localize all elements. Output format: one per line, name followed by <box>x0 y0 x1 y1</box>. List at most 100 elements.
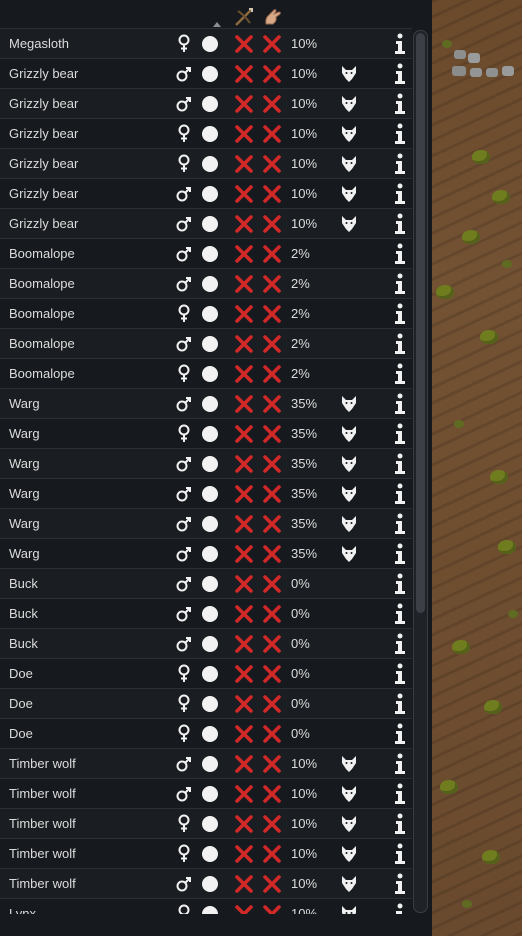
x-mark-icon[interactable] <box>262 694 282 714</box>
x-mark-icon[interactable] <box>234 484 254 504</box>
info-icon[interactable] <box>393 783 407 805</box>
animal-name[interactable]: Grizzly bear <box>9 66 78 81</box>
x-mark-icon[interactable] <box>234 184 254 204</box>
info-icon[interactable] <box>393 723 407 745</box>
info-icon[interactable] <box>393 843 407 865</box>
animal-name[interactable]: Grizzly bear <box>9 216 78 231</box>
info-icon[interactable] <box>393 393 407 415</box>
x-mark-icon[interactable] <box>234 844 254 864</box>
animal-row[interactable]: Grizzly bear 10% <box>0 178 412 208</box>
x-mark-icon[interactable] <box>262 664 282 684</box>
x-mark-icon[interactable] <box>262 214 282 234</box>
x-mark-icon[interactable] <box>262 754 282 774</box>
animal-name[interactable]: Timber wolf <box>9 876 76 891</box>
info-icon[interactable] <box>393 183 407 205</box>
x-mark-icon[interactable] <box>234 124 254 144</box>
x-mark-icon[interactable] <box>234 334 254 354</box>
x-mark-icon[interactable] <box>262 634 282 654</box>
animal-name[interactable]: Grizzly bear <box>9 126 78 141</box>
animal-name[interactable]: Warg <box>9 546 40 561</box>
x-mark-icon[interactable] <box>234 364 254 384</box>
animal-name[interactable]: Grizzly bear <box>9 96 78 111</box>
x-mark-icon[interactable] <box>262 364 282 384</box>
info-icon[interactable] <box>393 633 407 655</box>
info-icon[interactable] <box>393 33 407 55</box>
x-mark-icon[interactable] <box>234 604 254 624</box>
animal-row[interactable]: Timber wolf 10% <box>0 748 412 778</box>
info-icon[interactable] <box>393 753 407 775</box>
x-mark-icon[interactable] <box>234 664 254 684</box>
animal-name[interactable]: Buck <box>9 636 38 651</box>
info-icon[interactable] <box>393 873 407 895</box>
info-icon[interactable] <box>393 453 407 475</box>
info-icon[interactable] <box>393 303 407 325</box>
animal-row[interactable]: Boomalope 2% <box>0 268 412 298</box>
animal-row[interactable]: Warg 35% <box>0 538 412 568</box>
info-icon[interactable] <box>393 363 407 385</box>
x-mark-icon[interactable] <box>234 514 254 534</box>
animal-name[interactable]: Doe <box>9 666 33 681</box>
info-icon[interactable] <box>393 903 407 914</box>
x-mark-icon[interactable] <box>234 544 254 564</box>
animal-name[interactable]: Warg <box>9 486 40 501</box>
animal-name[interactable]: Timber wolf <box>9 756 76 771</box>
x-mark-icon[interactable] <box>262 94 282 114</box>
info-icon[interactable] <box>393 273 407 295</box>
animal-name[interactable]: Timber wolf <box>9 846 76 861</box>
animal-row[interactable]: Doe 0% <box>0 658 412 688</box>
animal-name[interactable]: Boomalope <box>9 336 75 351</box>
x-mark-icon[interactable] <box>262 874 282 894</box>
animal-row[interactable]: Timber wolf 10% <box>0 838 412 868</box>
x-mark-icon[interactable] <box>262 844 282 864</box>
x-mark-icon[interactable] <box>262 124 282 144</box>
info-icon[interactable] <box>393 483 407 505</box>
animal-row[interactable]: Boomalope 2% <box>0 358 412 388</box>
animal-name[interactable]: Timber wolf <box>9 816 76 831</box>
animal-name[interactable]: Megasloth <box>9 36 69 51</box>
animal-name[interactable]: Doe <box>9 726 33 741</box>
animal-name[interactable]: Boomalope <box>9 276 75 291</box>
x-mark-icon[interactable] <box>234 214 254 234</box>
x-mark-icon[interactable] <box>262 574 282 594</box>
animal-name[interactable]: Boomalope <box>9 366 75 381</box>
info-icon[interactable] <box>393 573 407 595</box>
animal-name[interactable]: Buck <box>9 576 38 591</box>
animal-row[interactable]: Buck 0% <box>0 568 412 598</box>
info-icon[interactable] <box>393 813 407 835</box>
animal-row[interactable]: Boomalope 2% <box>0 238 412 268</box>
x-mark-icon[interactable] <box>234 64 254 84</box>
animal-row[interactable]: Grizzly bear 10% <box>0 118 412 148</box>
scrollbar[interactable] <box>413 30 428 913</box>
hand-tame-icon[interactable] <box>262 6 284 28</box>
x-mark-icon[interactable] <box>262 274 282 294</box>
x-mark-icon[interactable] <box>262 304 282 324</box>
x-mark-icon[interactable] <box>262 184 282 204</box>
animal-row[interactable]: Grizzly bear 10% <box>0 148 412 178</box>
x-mark-icon[interactable] <box>262 64 282 84</box>
animal-name[interactable]: Warg <box>9 396 40 411</box>
animal-name[interactable]: Warg <box>9 426 40 441</box>
info-icon[interactable] <box>393 213 407 235</box>
animal-row[interactable]: Doe 0% <box>0 688 412 718</box>
x-mark-icon[interactable] <box>234 244 254 264</box>
animal-row[interactable]: Buck 0% <box>0 628 412 658</box>
animal-row[interactable]: Grizzly bear 10% <box>0 58 412 88</box>
info-icon[interactable] <box>393 663 407 685</box>
x-mark-icon[interactable] <box>262 904 282 914</box>
animal-name[interactable]: Buck <box>9 606 38 621</box>
x-mark-icon[interactable] <box>234 274 254 294</box>
animal-row[interactable]: Warg 35% <box>0 388 412 418</box>
x-mark-icon[interactable] <box>234 34 254 54</box>
x-mark-icon[interactable] <box>262 514 282 534</box>
animal-name[interactable]: Boomalope <box>9 246 75 261</box>
animal-name[interactable]: Warg <box>9 456 40 471</box>
animal-name[interactable]: Timber wolf <box>9 786 76 801</box>
animal-row[interactable]: Boomalope 2% <box>0 328 412 358</box>
animal-row[interactable]: Timber wolf 10% <box>0 778 412 808</box>
animal-name[interactable]: Grizzly bear <box>9 186 78 201</box>
animal-name[interactable]: Grizzly bear <box>9 156 78 171</box>
x-mark-icon[interactable] <box>234 454 254 474</box>
x-mark-icon[interactable] <box>262 454 282 474</box>
x-mark-icon[interactable] <box>234 304 254 324</box>
x-mark-icon[interactable] <box>262 784 282 804</box>
